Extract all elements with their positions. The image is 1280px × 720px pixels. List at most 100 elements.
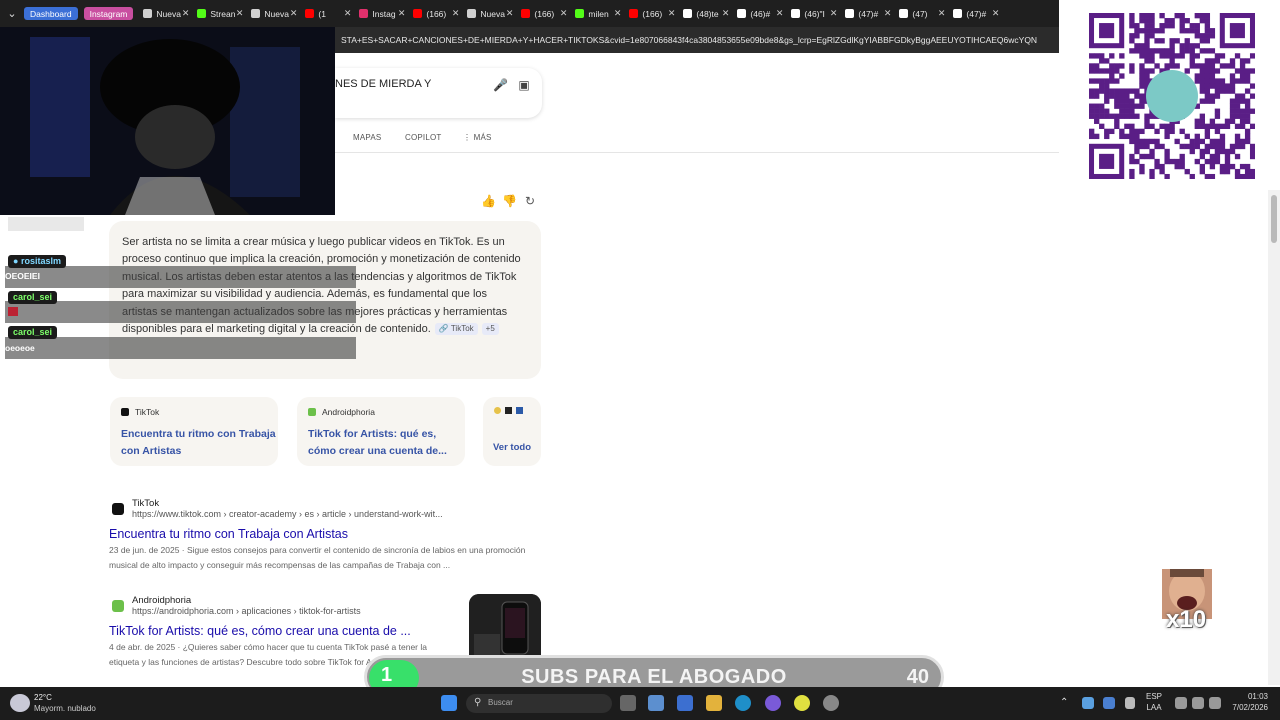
close-tab-icon[interactable]: ✕ <box>884 8 892 19</box>
close-tab-icon[interactable]: ✕ <box>236 8 244 19</box>
browser-tab[interactable]: (48)te ✕ <box>679 0 733 27</box>
card-title[interactable]: Encuentra tu ritmo con Trabaja con Artis… <box>121 426 276 460</box>
see-all-link[interactable]: Ver todo <box>493 442 531 453</box>
close-tab-icon[interactable]: ✕ <box>614 8 622 19</box>
close-tab-icon[interactable]: ✕ <box>182 8 190 19</box>
tab-favicon-icon <box>953 9 963 18</box>
browser-tab[interactable]: Nueva ✕ <box>463 0 517 27</box>
close-tab-icon[interactable]: ✕ <box>452 8 460 19</box>
tab-group-instagram[interactable]: Instagram <box>83 7 134 20</box>
tab-favicon-icon <box>467 9 477 18</box>
thumbs-up-icon[interactable]: 👍 <box>481 194 496 208</box>
card-source: TikTok <box>135 407 160 417</box>
chat-row-bg <box>5 337 356 359</box>
source-card[interactable]: TikTok Encuentra tu ritmo con Trabaja co… <box>110 397 278 466</box>
tab-label: Nueva <box>156 8 181 19</box>
task-view-icon[interactable] <box>620 695 636 711</box>
close-tab-icon[interactable]: ✕ <box>290 8 298 19</box>
result-url[interactable]: https://www.tiktok.com › creator-academy… <box>132 509 539 519</box>
card-title[interactable]: TikTok for Artists: qué es, cómo crear u… <box>308 426 458 460</box>
volume-icon[interactable] <box>1192 697 1204 709</box>
browser-tab[interactable]: Instag ✕ <box>355 0 409 27</box>
see-all-card[interactable]: Ver todo <box>483 397 541 466</box>
close-tab-icon[interactable]: ✕ <box>398 8 406 19</box>
tab-more[interactable]: ⋮ MÁS <box>463 133 492 142</box>
browser-tab[interactable]: (1 ✕ <box>301 0 355 27</box>
close-tab-icon[interactable]: ✕ <box>344 8 352 19</box>
obs-icon[interactable] <box>823 695 839 711</box>
browser-tab[interactable]: milen ✕ <box>571 0 625 27</box>
tab-copilot[interactable]: COPILOT <box>405 133 442 142</box>
vertical-scrollbar[interactable] <box>1268 190 1280 685</box>
chat-username: carol_sei <box>8 291 58 304</box>
citation-more[interactable]: +5 <box>481 323 499 336</box>
edge-icon[interactable] <box>735 695 751 711</box>
browser-tab[interactable]: (46)"I ✕ <box>787 0 841 27</box>
close-tab-icon[interactable]: ✕ <box>722 8 730 19</box>
weather-desc: Mayorm. nublado <box>34 704 96 713</box>
app-icon[interactable] <box>677 695 693 711</box>
scrollbar-thumb[interactable] <box>1271 195 1277 243</box>
tab-label: (48)te <box>696 8 719 19</box>
chat-message: oeoeoe <box>5 343 35 353</box>
battery-icon[interactable] <box>1209 697 1221 709</box>
network-icon[interactable] <box>1175 697 1187 709</box>
browser-tab[interactable]: Strean ✕ <box>193 0 247 27</box>
tab-group-dashboard[interactable]: Dashboard <box>24 7 78 20</box>
browser-tab[interactable]: (47)# ✕ <box>949 0 1003 27</box>
share-icon[interactable]: ↻ <box>525 194 535 208</box>
address-bar[interactable]: STA+ES+SACAR+CANCIONES+DE+MIERDA+Y+HACER… <box>335 27 1059 53</box>
weather-icon[interactable] <box>10 694 30 712</box>
source-icon <box>516 407 523 414</box>
tray-app-icon[interactable] <box>1082 697 1094 709</box>
microphone-icon[interactable]: 🎤 <box>493 78 508 92</box>
browser-tab[interactable]: (166) ✕ <box>517 0 571 27</box>
chrome-icon[interactable] <box>794 695 810 711</box>
language-indicator[interactable]: ESP LAA <box>1146 691 1162 713</box>
browser-tab[interactable]: (166) ✕ <box>409 0 463 27</box>
close-tab-icon[interactable]: ✕ <box>560 8 568 19</box>
search-box[interactable]: NES DE MIERDA Y 🎤 ▣ <box>335 68 542 118</box>
discord-icon[interactable] <box>765 695 781 711</box>
close-tab-icon[interactable]: ✕ <box>992 8 1000 19</box>
citation-tiktok[interactable]: 🔗 TikTok <box>434 323 478 336</box>
browser-tab[interactable]: Nueva ✕ <box>139 0 193 27</box>
clock-time: 01:03 <box>1247 692 1268 701</box>
browser-tab[interactable]: (47)# ✕ <box>841 0 895 27</box>
clock[interactable]: 01:03 7/02/2026 <box>1228 691 1268 713</box>
tab-favicon-icon <box>359 9 369 18</box>
close-tab-icon[interactable]: ✕ <box>668 8 676 19</box>
store-icon[interactable] <box>648 695 664 711</box>
microphone-tray-icon[interactable] <box>1125 697 1135 709</box>
source-card[interactable]: Androidphoria TikTok for Artists: qué es… <box>297 397 465 466</box>
tab-list-chevron-icon[interactable]: ⌄ <box>0 0 24 27</box>
close-tab-icon[interactable]: ✕ <box>506 8 514 19</box>
browser-tab[interactable]: Nueva ✕ <box>247 0 301 27</box>
browser-tab-strip: ⌄ Dashboard Instagram Nueva ✕ Strean ✕ Nueva… <box>0 0 1059 27</box>
result-url[interactable]: https://androidphoria.com › aplicaciones… <box>132 606 459 616</box>
tab-maps[interactable]: MAPAS <box>353 133 381 142</box>
thumbs-down-icon[interactable]: 👎 <box>502 194 517 208</box>
tab-favicon-icon <box>899 9 909 18</box>
source-icon <box>505 407 512 414</box>
windows-start-icon[interactable] <box>441 695 457 711</box>
close-tab-icon[interactable]: ✕ <box>938 8 946 19</box>
taskbar-search[interactable]: ⚲ Buscar <box>466 694 612 713</box>
show-hidden-icons[interactable]: ⌃ <box>1060 697 1068 708</box>
visual-search-icon[interactable]: ▣ <box>517 78 531 92</box>
browser-tab[interactable]: (47) ✕ <box>895 0 949 27</box>
androidphoria-icon <box>308 408 316 416</box>
close-tab-icon[interactable]: ✕ <box>830 8 838 19</box>
tab-label: (166) <box>426 8 447 19</box>
result-snippet: 23 de jun. de 2025 · Sigue estos consejo… <box>109 545 526 570</box>
weather-temp: 22°C <box>34 693 52 702</box>
browser-tab[interactable]: (46)# ✕ <box>733 0 787 27</box>
file-explorer-icon[interactable] <box>706 695 722 711</box>
onedrive-icon[interactable] <box>1103 697 1115 709</box>
qr-code-image <box>1089 13 1256 180</box>
browser-tab[interactable]: (166) ✕ <box>625 0 679 27</box>
close-tab-icon[interactable]: ✕ <box>776 8 784 19</box>
result-title-link[interactable]: TikTok for Artists: qué es, cómo crear u… <box>109 624 459 638</box>
tab-favicon-icon <box>521 9 531 18</box>
result-title-link[interactable]: Encuentra tu ritmo con Trabaja con Artis… <box>109 527 539 541</box>
